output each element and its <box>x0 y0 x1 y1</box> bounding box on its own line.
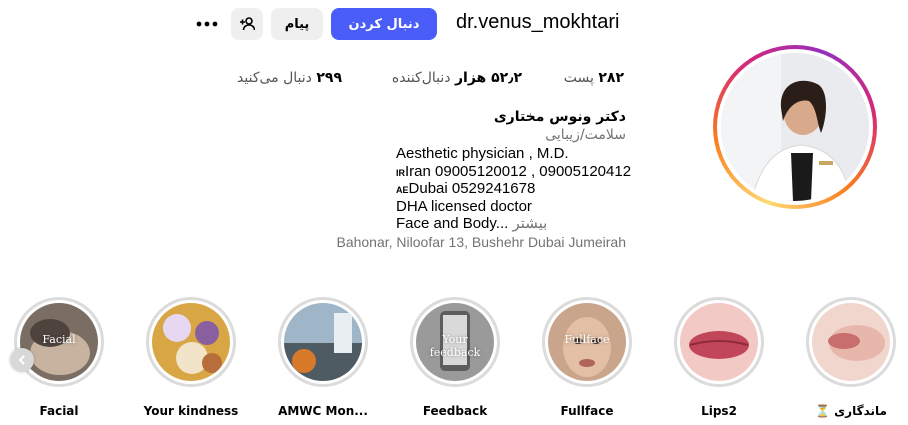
posts-count: ۲۸۲ <box>598 70 624 86</box>
highlight-cover-text: Facial <box>42 333 76 346</box>
follow-button[interactable]: دنبال کردن <box>331 8 437 40</box>
highlight-item[interactable]: Your feedback Feedback <box>389 297 521 418</box>
highlight-label: Feedback <box>422 404 488 418</box>
highlight-item[interactable]: Your kindness <box>125 297 257 418</box>
highlight-ring: Fullface <box>542 297 632 387</box>
highlight-event-icon <box>284 303 362 381</box>
posts-stat: ۲۸۲ پست <box>564 70 624 86</box>
highlight-label: Facial <box>39 404 79 418</box>
highlight-lips-closeup-icon <box>812 303 890 381</box>
followers-label: دنبال‌کننده <box>391 70 451 86</box>
iran-flag-icon: IR <box>396 167 405 178</box>
following-label: دنبال می‌کنید <box>237 70 312 86</box>
bio-line-5: Face and Body... بیشتر <box>396 215 548 233</box>
bio-more-link[interactable]: بیشتر <box>512 215 547 232</box>
add-person-icon <box>240 17 255 31</box>
highlight-ring: Facial <box>14 297 104 387</box>
bio-category: سلامت/زیبایی <box>545 127 626 143</box>
highlight-cover-text: Your feedback <box>429 333 481 359</box>
highlight-lips-icon <box>680 303 758 381</box>
highlight-ring <box>806 297 896 387</box>
suggested-users-button[interactable] <box>231 8 263 40</box>
highlight-ring <box>146 297 236 387</box>
highlight-label: Your kindness <box>143 404 239 418</box>
bio-line-4: DHA licensed doctor <box>396 197 532 215</box>
highlight-flowers-icon <box>152 303 230 381</box>
highlight-face-icon: Fullface <box>548 303 626 381</box>
highlight-facial-icon: Facial <box>20 303 98 381</box>
uae-flag-icon: AE <box>396 185 409 196</box>
profile-avatar[interactable] <box>713 45 877 209</box>
more-options-button[interactable] <box>192 8 222 40</box>
highlight-item[interactable]: ⏳ ماندگاری <box>785 297 908 418</box>
more-dots-icon <box>196 21 218 27</box>
highlight-item[interactable]: Lips2 <box>653 297 785 418</box>
highlight-item[interactable]: Fullface Fullface <box>521 297 653 418</box>
highlight-ring <box>278 297 368 387</box>
highlight-item[interactable]: AMWC Mon... <box>257 297 389 418</box>
bio-line-1: Aesthetic physician , M.D. <box>396 145 569 162</box>
followers-count: ۵۲٫۲ هزار <box>454 70 522 86</box>
highlight-ring <box>674 297 764 387</box>
chevron-left-icon <box>18 355 25 365</box>
highlight-label: ⏳ ماندگاری <box>815 404 887 418</box>
followers-stat[interactable]: ۵۲٫۲ هزار دنبال‌کننده <box>392 70 522 86</box>
following-stat[interactable]: ۲۹۹ دنبال می‌کنید <box>237 70 342 86</box>
bio-line-2: IRIran 09005120012 , 09005120412 <box>396 162 632 180</box>
highlight-cover-text: Fullface <box>564 333 610 346</box>
highlight-phone-icon: Your feedback <box>416 303 494 381</box>
highlights-prev-button[interactable] <box>10 348 34 372</box>
bio-text: Aesthetic physician , M.D. IRIran 090051… <box>396 145 631 233</box>
avatar-photo <box>721 53 869 201</box>
message-button[interactable]: پیام <box>271 8 323 40</box>
highlight-label: Fullface <box>560 404 614 418</box>
bio-line-3: AEDubai 0529241678 <box>396 180 536 198</box>
highlight-label: AMWC Mon... <box>278 404 368 418</box>
bio-name: دکتر ونوس مختاری <box>493 109 626 125</box>
posts-label: پست <box>563 70 594 86</box>
bio-address[interactable]: Bahonar, Niloofar 13, Bushehr Dubai Jume… <box>300 234 626 250</box>
highlight-label: Lips2 <box>701 404 737 418</box>
profile-username: dr.venus_mokhtari <box>456 11 620 33</box>
following-count: ۲۹۹ <box>316 70 342 86</box>
highlight-ring: Your feedback <box>410 297 500 387</box>
